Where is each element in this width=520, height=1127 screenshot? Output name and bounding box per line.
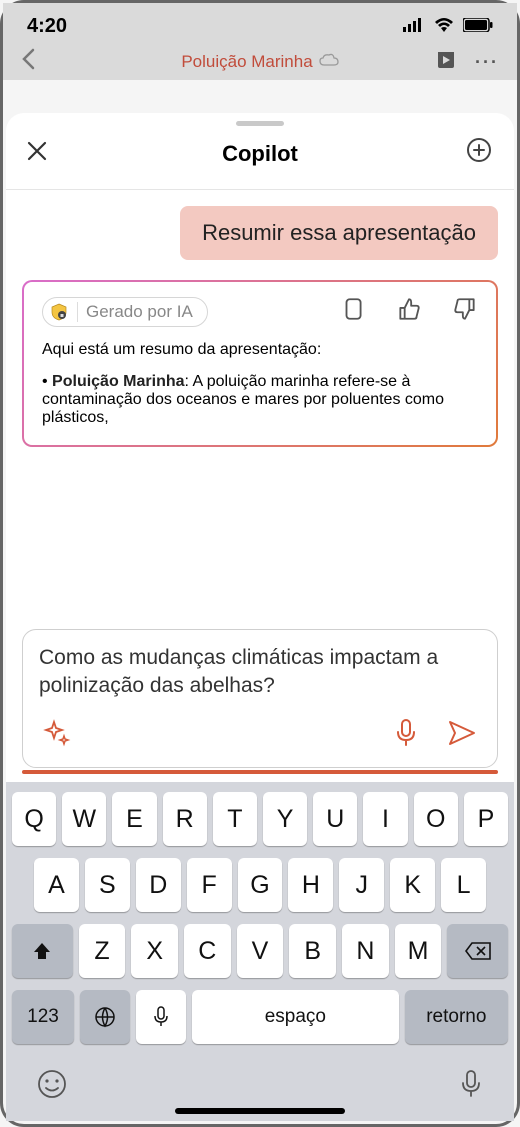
key-z[interactable]: Z (79, 924, 126, 978)
sheet-title: Copilot (6, 141, 514, 167)
ai-bullet-item: • Poluição Marinha: A poluição marinha r… (42, 373, 478, 427)
signal-icon (403, 15, 425, 38)
key-k[interactable]: K (390, 858, 435, 912)
emoji-key[interactable] (36, 1068, 68, 1105)
key-q[interactable]: Q (12, 792, 56, 846)
key-t[interactable]: T (213, 792, 257, 846)
key-o[interactable]: O (414, 792, 458, 846)
input-text[interactable]: Como as mudanças climáticas impactam a p… (39, 644, 481, 704)
key-x[interactable]: X (131, 924, 178, 978)
key-j[interactable]: J (339, 858, 384, 912)
key-s[interactable]: S (85, 858, 130, 912)
shield-icon (49, 302, 69, 322)
ai-badge-label: Gerado por IA (77, 302, 193, 322)
key-n[interactable]: N (342, 924, 389, 978)
key-l[interactable]: L (441, 858, 486, 912)
copy-button[interactable] (340, 296, 366, 327)
key-i[interactable]: I (363, 792, 407, 846)
keyboard-row-4: 123 espaço retorno (12, 990, 508, 1044)
keyboard-mic-key[interactable] (458, 1068, 484, 1105)
dictation-key[interactable] (136, 990, 186, 1044)
home-indicator[interactable] (175, 1108, 345, 1114)
key-b[interactable]: B (289, 924, 336, 978)
key-d[interactable]: D (136, 858, 181, 912)
send-button[interactable] (447, 719, 477, 752)
keyboard-row-2: A S D F G H J K L (12, 858, 508, 912)
key-v[interactable]: V (237, 924, 284, 978)
more-icon[interactable]: ··· (475, 52, 499, 73)
space-key[interactable]: espaço (192, 990, 399, 1044)
user-message-text: Resumir essa apresentação (202, 220, 476, 245)
key-c[interactable]: C (184, 924, 231, 978)
sparkle-icon[interactable] (43, 719, 71, 752)
present-icon[interactable] (435, 49, 457, 76)
key-f[interactable]: F (187, 858, 232, 912)
key-m[interactable]: M (395, 924, 442, 978)
back-chevron-icon[interactable] (21, 48, 35, 76)
status-time: 4:20 (27, 15, 67, 38)
key-a[interactable]: A (34, 858, 79, 912)
input-card[interactable]: Como as mudanças climáticas impactam a p… (22, 629, 498, 768)
key-u[interactable]: U (313, 792, 357, 846)
background-title: Poluição Marinha (181, 52, 312, 72)
battery-icon (463, 15, 493, 38)
background-app-header: Poluição Marinha ··· (3, 44, 517, 80)
return-key[interactable]: retorno (405, 990, 508, 1044)
ai-intro-text: Aqui está um resumo da apresentação: (42, 341, 478, 359)
key-r[interactable]: R (163, 792, 207, 846)
key-h[interactable]: H (288, 858, 333, 912)
copilot-sheet: Copilot Resumir essa apresentação Gerado… (6, 113, 514, 1121)
key-e[interactable]: E (112, 792, 156, 846)
key-g[interactable]: G (238, 858, 283, 912)
keyboard: Q W E R T Y U I O P A S D F G H J K L Z (6, 782, 514, 1121)
user-message: Resumir essa apresentação (180, 206, 498, 260)
ai-generated-badge: Gerado por IA (42, 297, 208, 327)
numbers-key[interactable]: 123 (12, 990, 74, 1044)
new-chat-button[interactable] (464, 136, 494, 171)
shift-key[interactable] (12, 924, 73, 978)
wifi-icon (433, 15, 455, 38)
cloud-icon (319, 52, 339, 72)
close-button[interactable] (26, 138, 48, 169)
keyboard-row-1: Q W E R T Y U I O P (12, 792, 508, 846)
backspace-key[interactable] (447, 924, 508, 978)
ai-bullet-title: Poluição Marinha (52, 373, 184, 390)
keyboard-row-3: Z X C V B N M (12, 924, 508, 978)
thumbs-up-button[interactable] (396, 296, 422, 327)
key-w[interactable]: W (62, 792, 106, 846)
thumbs-down-button[interactable] (452, 296, 478, 327)
key-y[interactable]: Y (263, 792, 307, 846)
status-bar: 4:20 (3, 3, 517, 44)
globe-key[interactable] (80, 990, 130, 1044)
ai-message: Gerado por IA Aqui está um (22, 280, 498, 447)
key-p[interactable]: P (464, 792, 508, 846)
accent-underline (22, 770, 498, 774)
mic-button[interactable] (393, 718, 419, 753)
